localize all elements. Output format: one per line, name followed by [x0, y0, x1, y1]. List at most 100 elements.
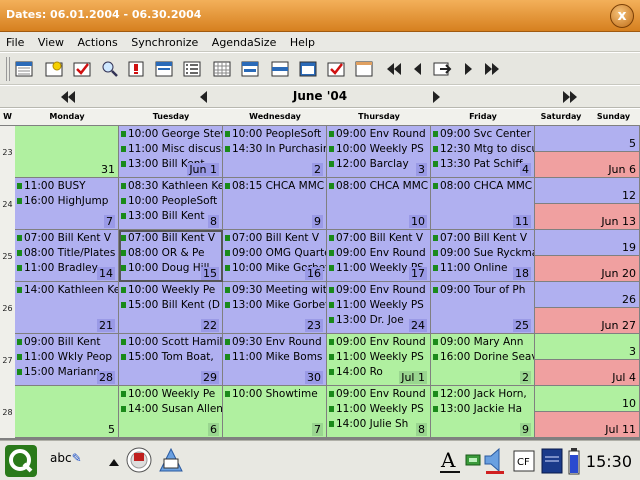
day-cell-wednesday[interactable]: 09:30 Env Round 11:00 Mike Boms 30: [223, 334, 327, 386]
menu-view[interactable]: View: [34, 32, 68, 49]
event-item[interactable]: 10:00 Weekly Pe: [119, 283, 222, 297]
event-item[interactable]: 08:00 OR & Pe: [119, 246, 222, 260]
event-item[interactable]: 09:00 Env Round: [327, 335, 430, 349]
day-cell-tuesday[interactable]: 10:00 George Stevens11:00 Misc discussio…: [119, 126, 223, 178]
alarm-icon[interactable]: [126, 59, 146, 79]
menu-file[interactable]: File: [2, 32, 28, 49]
event-item[interactable]: 10:00 George Stevens: [119, 127, 222, 141]
event-item[interactable]: 15:00 Bill Kent (D: [119, 298, 222, 312]
day-cell-saturday[interactable]: 3: [535, 334, 640, 360]
day-view-icon[interactable]: [154, 59, 174, 79]
event-item[interactable]: 16:00 HighJump: [15, 194, 118, 208]
event-item[interactable]: 08:00 CHCA MMC: [431, 179, 534, 193]
event-item[interactable]: 16:00 Dorine Seaver: [431, 350, 534, 364]
event-item[interactable]: 07:00 Bill Kent V: [431, 231, 534, 245]
event-item[interactable]: 07:00 Bill Kent V: [15, 231, 118, 245]
month-view-icon[interactable]: [212, 59, 232, 79]
rewind-icon[interactable]: [408, 59, 428, 79]
day-cell-saturday[interactable]: 10: [535, 386, 640, 412]
day-cell-sunday[interactable]: Jun 27: [535, 308, 640, 334]
text-input-method[interactable]: abc✎: [50, 451, 82, 465]
forward-icon[interactable]: [458, 59, 478, 79]
event-item[interactable]: 08:30 Kathleen Kelly: [119, 179, 222, 193]
event-item[interactable]: 07:00 Bill Kent V: [119, 231, 222, 245]
battery-icon[interactable]: [568, 447, 580, 475]
event-item[interactable]: 10:00 Showtime: [223, 387, 326, 401]
prev-month-icon[interactable]: [196, 89, 212, 105]
event-item[interactable]: 10:00 Weekly Pe: [119, 387, 222, 401]
day-cell-sunday[interactable]: Jun 6: [535, 152, 640, 178]
event-item[interactable]: 11:00 Weekly PS: [327, 298, 430, 312]
day-cell-tuesday[interactable]: 10:00 Scott Hamilton15:00 Tom Boat, 29: [119, 334, 223, 386]
event-item[interactable]: 08:00 CHCA MMC: [327, 179, 430, 193]
event-item[interactable]: 09:30 Env Round: [223, 335, 326, 349]
event-item[interactable]: 09:00 Env Round: [327, 246, 430, 260]
day-cell-wednesday[interactable]: 07:00 Bill Kent V09:00 OMG Quarterly10:0…: [223, 230, 327, 282]
event-item[interactable]: 09:00 Env Round: [327, 127, 430, 141]
event-item[interactable]: 10:00 Scott Hamilton: [119, 335, 222, 349]
event-item[interactable]: 09:30 Meeting with: [223, 283, 326, 297]
menu-actions[interactable]: Actions: [74, 32, 122, 49]
event-item[interactable]: 09:00 Env Round: [327, 387, 430, 401]
event-item[interactable]: 09:00 Mary Ann: [431, 335, 534, 349]
clock[interactable]: 15:30: [586, 452, 632, 471]
event-item[interactable]: 12:00 Barclay: [327, 157, 430, 171]
next-month-icon[interactable]: [428, 89, 444, 105]
day-cell-thursday[interactable]: 09:00 Env Round 11:00 Weekly PS 14:00 Ro Ju…: [327, 334, 431, 386]
event-item[interactable]: 11:00 Wkly Peop: [15, 350, 118, 364]
day-cell-thursday[interactable]: 09:00 Env Round 11:00 Weekly PS 14:00 Juli…: [327, 386, 431, 438]
menu-help[interactable]: Help: [286, 32, 319, 49]
day-cell-friday[interactable]: 12:00 Jack Horn, 13:00 Jackie Ha 9: [431, 386, 535, 438]
day-cell-saturday[interactable]: 26: [535, 282, 640, 308]
event-item[interactable]: 10:00 Weekly PS: [327, 142, 430, 156]
event-item[interactable]: 09:00 Tour of Ph: [431, 283, 534, 297]
day-cell-wednesday[interactable]: 08:15 CHCA MMC 9: [223, 178, 327, 230]
event-item[interactable]: 10:00 PeopleSoft: [223, 127, 326, 141]
day-cell-sunday[interactable]: Jul 4: [535, 360, 640, 386]
week-view-icon[interactable]: [14, 59, 34, 79]
month-grid-icon[interactable]: [298, 59, 318, 79]
event-item[interactable]: 09:00 Env Round: [327, 283, 430, 297]
menu-agendasize[interactable]: AgendaSize: [208, 32, 281, 49]
event-item[interactable]: 11:00 BUSY: [15, 179, 118, 193]
event-item[interactable]: 10:00 PeopleSoft: [119, 194, 222, 208]
day-cell-tuesday[interactable]: 10:00 Weekly Pe 15:00 Bill Kent (D 22: [119, 282, 223, 334]
next-days-icon[interactable]: [270, 59, 290, 79]
event-item[interactable]: 11:00 Misc discussion: [119, 142, 222, 156]
day-cell-tuesday[interactable]: 07:00 Bill Kent V 08:00 OR & Pe 10:00 Doug…: [119, 230, 223, 282]
forward-double-icon[interactable]: [482, 59, 502, 79]
blank-view-icon[interactable]: [354, 59, 374, 79]
day-cell-saturday[interactable]: 19: [535, 230, 640, 256]
event-item[interactable]: 14:30 In Purchasing: [223, 142, 326, 156]
event-item[interactable]: 13:00 Jackie Ha: [431, 402, 534, 416]
day-cell-monday[interactable]: 31: [15, 126, 119, 178]
day-cell-saturday[interactable]: 12: [535, 178, 640, 204]
event-item[interactable]: 07:00 Bill Kent V: [327, 231, 430, 245]
event-item[interactable]: 11:00 Weekly PS: [327, 350, 430, 364]
volume-icon[interactable]: [482, 445, 508, 475]
q-launcher-icon[interactable]: [4, 444, 38, 478]
day-cell-thursday[interactable]: 07:00 Bill Kent V 09:00 Env Round 11:00 We…: [327, 230, 431, 282]
network-icon[interactable]: [464, 447, 484, 471]
calendar-app-icon[interactable]: [124, 445, 154, 475]
new-event-icon[interactable]: [44, 59, 64, 79]
jump-icon[interactable]: [432, 59, 452, 79]
event-item[interactable]: 15:00 Tom Boat,: [119, 350, 222, 364]
sd-card-icon[interactable]: [540, 447, 564, 475]
day-cell-wednesday[interactable]: 10:00 Showtime 7: [223, 386, 327, 438]
event-item[interactable]: 09:00 Sue Ryckman: [431, 246, 534, 260]
event-item[interactable]: 08:00 Title/Plates: [15, 246, 118, 260]
prev-year-icon[interactable]: [60, 89, 76, 105]
event-item[interactable]: 12:00 Jack Horn,: [431, 387, 534, 401]
checklist-icon[interactable]: [326, 59, 346, 79]
day-cell-friday[interactable]: 07:00 Bill Kent V09:00 Sue Ryckman11:00 …: [431, 230, 535, 282]
input-menu-arrow-icon[interactable]: [108, 453, 120, 466]
event-item[interactable]: 12:30 Mtg to discuss: [431, 142, 534, 156]
day-cell-sunday[interactable]: Jul 11: [535, 412, 640, 438]
event-item[interactable]: 13:00 Mike Gorbett: [223, 298, 326, 312]
day-cell-friday[interactable]: 09:00 Tour of Ph 25: [431, 282, 535, 334]
todo-check-icon[interactable]: [72, 59, 92, 79]
day-cell-friday[interactable]: 09:00 Mary Ann16:00 Dorine Seaver 2: [431, 334, 535, 386]
day-cell-friday[interactable]: 09:00 Svc Center12:30 Mtg to discuss13:3…: [431, 126, 535, 178]
event-item[interactable]: 14:00 Kathleen Kelly: [15, 283, 118, 297]
